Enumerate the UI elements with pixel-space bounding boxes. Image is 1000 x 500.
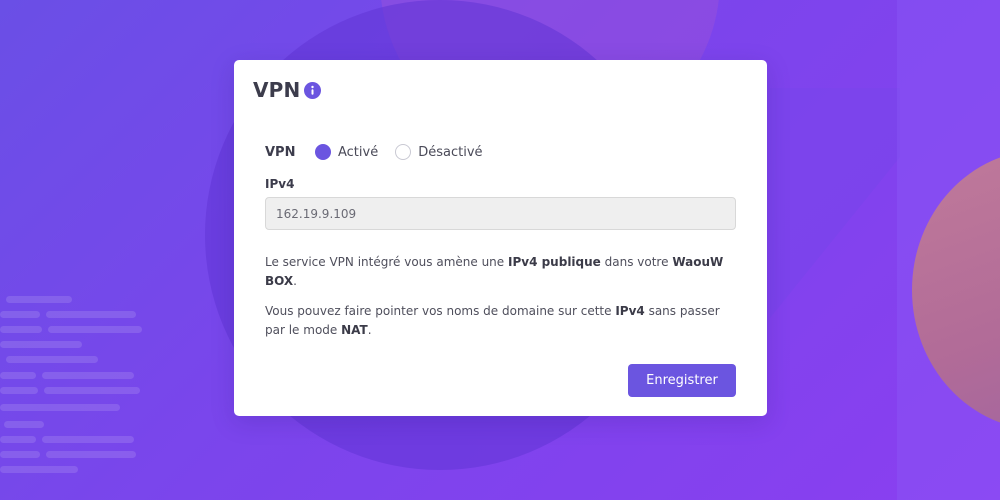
vpn-settings-card: VPN VPN Activé Désactivé IPv4 Le service… <box>234 60 767 416</box>
description-text: . <box>293 274 297 288</box>
background-line <box>0 451 40 458</box>
ipv4-label: IPv4 <box>265 177 295 191</box>
background-line <box>48 326 142 333</box>
description-text: Vous pouvez faire pointer vos noms de do… <box>265 304 616 318</box>
background-wedge <box>770 88 900 318</box>
background-line <box>46 451 136 458</box>
background-line <box>0 466 78 473</box>
background-line <box>6 356 98 363</box>
radio-inactive-label: Désactivé <box>418 144 483 160</box>
info-icon[interactable] <box>304 81 322 99</box>
background-line <box>4 421 44 428</box>
radio-active[interactable] <box>315 144 331 160</box>
background-line <box>0 404 120 411</box>
ipv4-field[interactable] <box>265 197 736 230</box>
description-public-ip: Le service VPN intégré vous amène une IP… <box>265 253 743 291</box>
radio-active-label: Activé <box>338 144 379 160</box>
vpn-toggle-row: VPN Activé Désactivé <box>265 142 500 162</box>
background-line <box>46 311 136 318</box>
description-domain: Vous pouvez faire pointer vos noms de do… <box>265 302 743 340</box>
vpn-toggle-label: VPN <box>265 144 296 160</box>
background-line <box>0 326 42 333</box>
description-text: dans votre <box>600 255 673 269</box>
card-title: VPN <box>253 78 301 102</box>
background-line <box>42 372 134 379</box>
description-text: . <box>367 323 372 337</box>
vpn-option-active[interactable]: Activé <box>315 144 378 160</box>
description-highlight: NAT <box>341 323 368 337</box>
background-line <box>44 387 140 394</box>
description-highlight: IPv4 <box>615 304 645 318</box>
background-line <box>6 296 72 303</box>
description-text: Le service VPN intégré vous amène une <box>265 255 508 269</box>
background-line <box>0 387 38 394</box>
radio-inactive[interactable] <box>395 144 412 160</box>
description-highlight: IPv4 publique <box>507 255 601 269</box>
background-line <box>0 436 36 443</box>
background-line <box>0 311 40 318</box>
vpn-option-inactive[interactable]: Désactivé <box>395 144 483 160</box>
save-button[interactable]: Enregistrer <box>628 364 736 397</box>
background-line <box>42 436 134 443</box>
background-line <box>0 341 82 348</box>
background-line <box>0 372 36 379</box>
card-header: VPN <box>253 78 322 102</box>
